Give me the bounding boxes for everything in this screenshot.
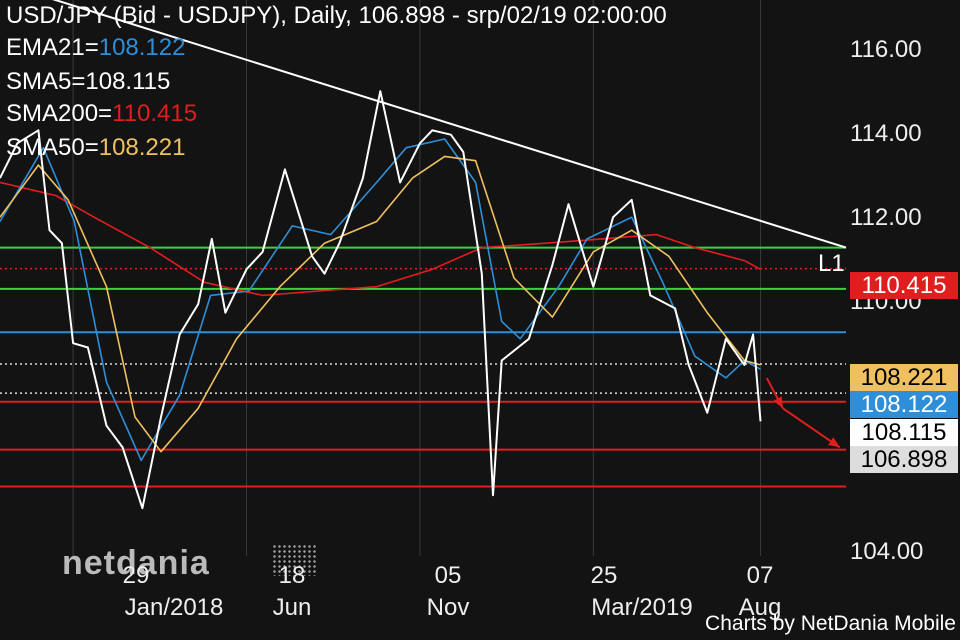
- x-tick-month: Jan/2018: [124, 594, 224, 621]
- series-line-sma50: [0, 155, 761, 453]
- trendline-label: L1: [818, 250, 845, 277]
- series-line-ema21: [0, 138, 761, 462]
- projection-arrow-head: [828, 437, 840, 448]
- x-tick-day: 29: [122, 562, 150, 589]
- x-tick-day: 07: [746, 562, 774, 589]
- price-tag-ema21: 108.122: [850, 391, 958, 418]
- indicator-sma200: SMA200=110.415: [6, 100, 198, 127]
- x-tick-day: 25: [590, 562, 618, 589]
- y-tick-label: 104.00: [850, 538, 924, 565]
- price-tag-last: 106.898: [850, 446, 958, 473]
- x-tick-day: 18: [278, 562, 306, 589]
- price-tag-sma5: 108.115: [850, 419, 958, 446]
- x-tick-day: 05: [434, 562, 462, 589]
- y-tick-label: 114.00: [850, 120, 922, 147]
- price-tag-sma50: 108.221: [850, 364, 958, 391]
- x-tick-month: Mar/2019: [591, 594, 693, 621]
- x-tick-month: Nov: [426, 594, 470, 621]
- chart-title: USD/JPY (Bid - USDJPY), Daily, 106.898 -…: [6, 2, 667, 29]
- x-tick-month: Jun: [272, 594, 312, 621]
- indicator-sma5: SMA5=108.115: [6, 68, 171, 95]
- chart-credit: Charts by NetDania Mobile: [705, 612, 956, 635]
- price-tag-sma200: 110.415: [850, 272, 958, 299]
- indicator-ema21: EMA21=108.122: [6, 34, 186, 61]
- y-tick-label: 112.00: [850, 204, 922, 231]
- y-tick-label: 116.00: [850, 36, 922, 63]
- indicator-sma50: SMA50=108.221: [6, 134, 186, 161]
